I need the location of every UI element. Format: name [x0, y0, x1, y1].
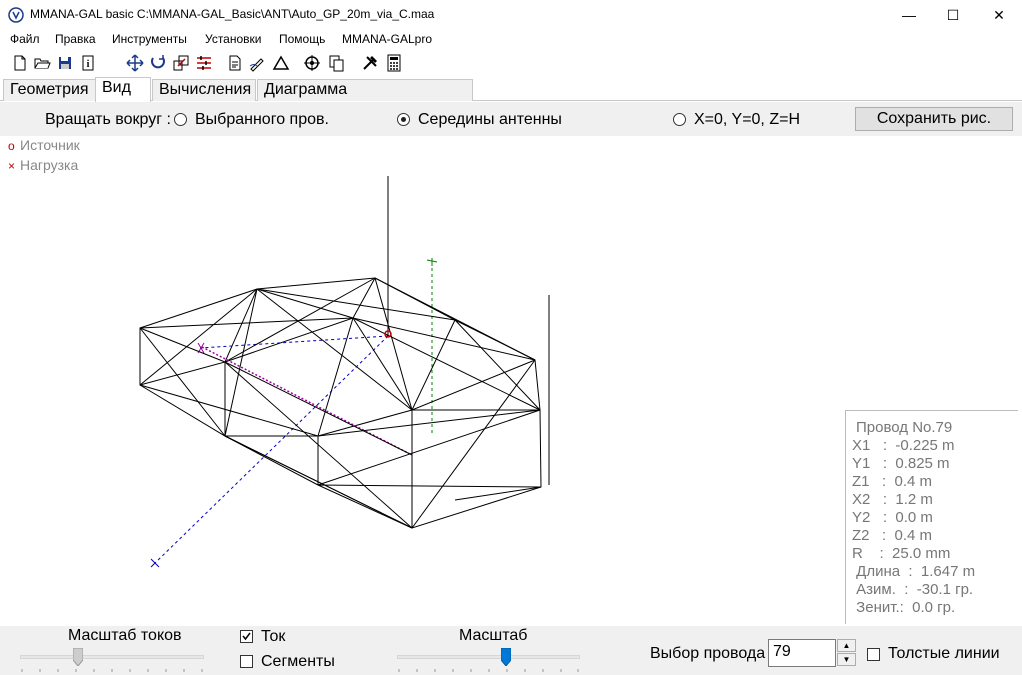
wire-select-label: Выбор провода — [650, 645, 766, 662]
rotate-label: Вращать вокруг : — [45, 111, 171, 128]
tab-view[interactable]: Вид — [95, 77, 151, 102]
tab-geometry[interactable]: Геометрия — [3, 79, 96, 101]
scale-slider-thumb[interactable] — [501, 648, 511, 666]
menu-bar: Файл Правка Инструменты Установки Помощь… — [0, 30, 1022, 49]
toolbar: i — [0, 51, 1022, 75]
wire-info-z1: Z1 : 0.4 m — [852, 473, 933, 490]
calculator-icon[interactable] — [385, 54, 403, 72]
current-checkbox-label[interactable]: Ток — [261, 628, 285, 646]
triangle-icon[interactable] — [272, 54, 290, 72]
minimize-button[interactable]: — — [886, 0, 932, 30]
menu-mmana-galpro[interactable]: MMANA-GALpro — [342, 32, 432, 46]
menu-settings[interactable]: Установки — [205, 32, 261, 46]
info-icon[interactable]: i — [79, 54, 97, 72]
current-scale-slider-thumb[interactable] — [73, 648, 83, 666]
radio-origin-label[interactable]: X=0, Y=0, Z=H — [694, 111, 800, 129]
thick-lines-checkbox[interactable] — [867, 648, 880, 661]
z-axis-marker — [426, 258, 438, 266]
wire-info-x1: X1 : -0.225 m — [852, 437, 955, 454]
close-button[interactable]: ✕ — [976, 0, 1022, 30]
menu-tools[interactable]: Инструменты — [112, 32, 187, 46]
wire-info-panel: Провод No.79 X1 : -0.225 m Y1 : 0.825 m … — [845, 410, 1018, 624]
wire-info-title: Провод No.79 — [856, 419, 953, 436]
tab-calculations[interactable]: Вычисления — [152, 79, 256, 101]
current-scale-label: Масштаб токов — [68, 627, 182, 644]
wire-info-r: R : 25.0 mm — [852, 545, 951, 562]
thick-lines-checkbox-label[interactable]: Толстые линии — [888, 645, 1000, 663]
segments-checkbox[interactable] — [240, 655, 253, 668]
radio-antenna-center[interactable] — [397, 113, 410, 126]
menu-help[interactable]: Помощь — [279, 32, 325, 46]
wire-info-y1: Y1 : 0.825 m — [852, 455, 950, 472]
wire-info-length: Длина : 1.647 m — [852, 563, 976, 580]
current-scale-ticks — [21, 669, 203, 672]
move-icon[interactable] — [126, 54, 144, 72]
wire-info-azimuth: Азим. : -30.1 гр. — [852, 581, 974, 598]
wire-info-zenith: Зенит.: 0.0 гр. — [852, 599, 956, 616]
new-file-icon[interactable] — [11, 54, 29, 72]
menu-edit[interactable]: Правка — [55, 32, 96, 46]
rotate-options-bar: Вращать вокруг : Выбранного пров. Середи… — [0, 102, 1022, 136]
y-axis-marker — [150, 558, 160, 568]
scale-label: Масштаб — [459, 627, 528, 644]
bottom-controls: Масштаб токов Ток Сегменты Масштаб Выбор… — [0, 626, 1022, 675]
wire-info-y2: Y2 : 0.0 m — [852, 509, 933, 526]
wire-edit-icon[interactable] — [195, 54, 213, 72]
wire-select-input[interactable]: 79 — [768, 639, 836, 667]
scale-ticks — [398, 669, 579, 672]
scale-icon[interactable] — [172, 54, 190, 72]
checkmark-icon — [242, 632, 251, 641]
y-axis-dashed — [154, 335, 389, 564]
target-icon[interactable] — [303, 54, 321, 72]
tab-bar: Геометрия Вид Вычисления Диаграмма напра… — [0, 77, 1022, 118]
notes-icon[interactable] — [226, 54, 244, 72]
scale-slider-track[interactable] — [397, 655, 580, 659]
wire-info-x2: X2 : 1.2 m — [852, 491, 933, 508]
tools-icon[interactable] — [361, 54, 379, 72]
window-title: MMANA-GAL basic C:\MMANA-GAL_Basic\ANT\A… — [30, 7, 435, 21]
radio-selected-wire[interactable] — [174, 113, 187, 126]
current-scale-slider-track[interactable] — [20, 655, 204, 659]
radio-origin[interactable] — [673, 113, 686, 126]
maximize-button[interactable]: ☐ — [930, 0, 976, 30]
current-checkbox[interactable] — [240, 630, 253, 643]
open-folder-icon[interactable] — [33, 54, 51, 72]
pen-icon[interactable] — [248, 54, 266, 72]
app-logo-icon — [8, 7, 24, 23]
wire-select-up-button[interactable]: ▲ — [837, 639, 856, 652]
svg-text:i: i — [87, 59, 90, 70]
wire-select-down-button[interactable]: ▼ — [837, 653, 856, 666]
radio-antenna-center-label[interactable]: Середины антенны — [418, 111, 562, 129]
save-icon[interactable] — [56, 54, 74, 72]
title-bar: MMANA-GAL basic C:\MMANA-GAL_Basic\ANT\A… — [0, 0, 1022, 30]
radio-selected-wire-label[interactable]: Выбранного пров. — [195, 111, 329, 129]
save-picture-button[interactable]: Сохранить рис. — [855, 107, 1013, 131]
wire-mesh — [139, 277, 542, 529]
segments-checkbox-label[interactable]: Сегменты — [261, 653, 335, 671]
wire-info-z2: Z2 : 0.4 m — [852, 527, 933, 544]
rotate-icon[interactable] — [149, 54, 167, 72]
copy-icon[interactable] — [327, 54, 345, 72]
tab-pattern[interactable]: Диаграмма направленности — [257, 79, 473, 118]
menu-file[interactable]: Файл — [10, 32, 40, 46]
